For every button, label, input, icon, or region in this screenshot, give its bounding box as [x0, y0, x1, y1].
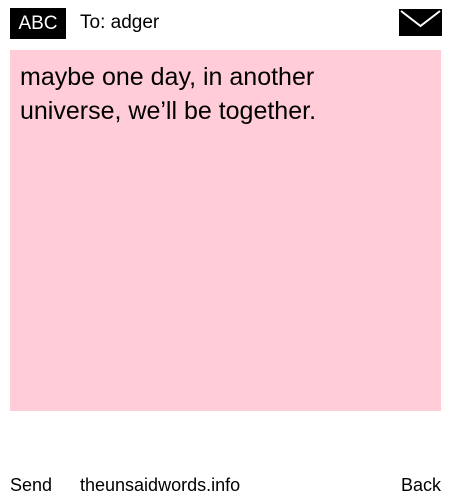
- message-body[interactable]: maybe one day, in another universe, we’l…: [10, 50, 441, 411]
- message-text: maybe one day, in another universe, we’l…: [20, 63, 317, 125]
- phone-header: ABC To: adger: [0, 0, 450, 46]
- send-button[interactable]: Send: [10, 474, 52, 496]
- recipient-field[interactable]: To: adger: [80, 10, 159, 36]
- back-button[interactable]: Back: [401, 474, 441, 496]
- site-link[interactable]: theunsaidwords.info: [80, 474, 240, 496]
- input-mode-badge[interactable]: ABC: [10, 8, 66, 39]
- envelope-icon: [399, 9, 442, 36]
